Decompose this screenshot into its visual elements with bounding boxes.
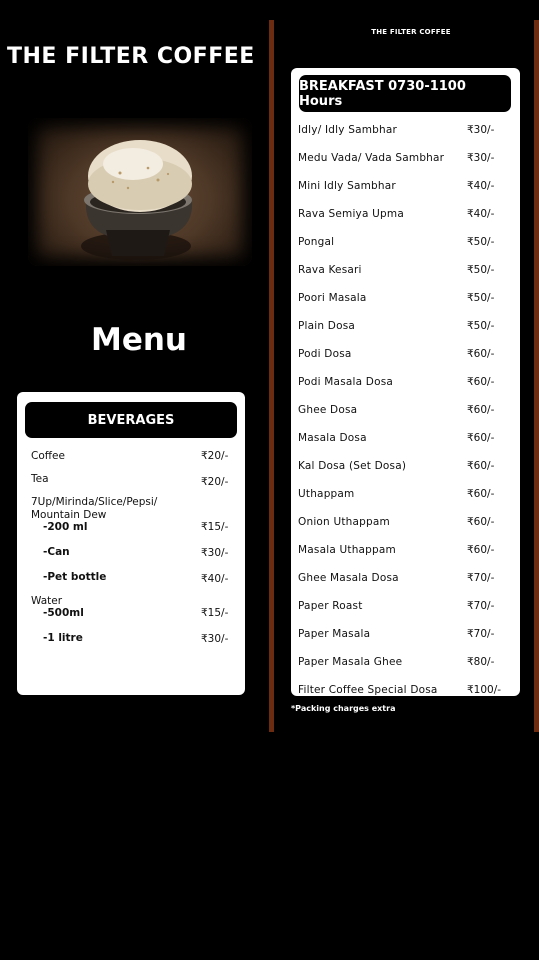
breakfast-item-name: Podi Dosa — [298, 348, 352, 360]
breakfast-item-price: ₹60/- — [467, 544, 495, 556]
breakfast-item-price: ₹50/- — [467, 236, 495, 248]
beverage-soft-drinks-line1: 7Up/Mirinda/Slice/Pepsi/ — [31, 496, 158, 508]
breakfast-item-price: ₹40/- — [467, 180, 495, 192]
breakfast-item-price: ₹70/- — [467, 628, 495, 640]
breakfast-item-price: ₹60/- — [467, 488, 495, 500]
beverages-card: BEVERAGES Coffee ₹20/- Tea ₹20/- 7Up/Mir… — [17, 392, 245, 695]
breakfast-item-price: ₹60/- — [467, 432, 495, 444]
breakfast-item-name: Masala Uthappam — [298, 544, 396, 556]
breakfast-item-price: ₹100/- — [467, 684, 502, 696]
beverage-tea-name: Tea — [31, 473, 49, 485]
beverage-water-500ml-name: -500ml — [43, 607, 84, 619]
breakfast-item-name: Paper Masala Ghee — [298, 656, 403, 668]
breakfast-item-price: ₹50/- — [467, 320, 495, 332]
beverage-water-name: Water — [31, 595, 63, 607]
breakfast-item-name: Paper Masala — [298, 628, 371, 640]
beverage-200ml-name: -200 ml — [43, 521, 88, 533]
divider-right — [534, 20, 539, 732]
filter-coffee-photo — [28, 118, 252, 266]
breakfast-item-price: ₹50/- — [467, 264, 495, 276]
breakfast-item-name: Ghee Masala Dosa — [298, 572, 399, 584]
coffee-cup-illustration — [81, 140, 193, 260]
breakfast-item-name: Filter Coffee Special Dosa — [298, 684, 438, 696]
breakfast-heading: BREAKFAST 0730-1100 Hours — [299, 75, 511, 112]
breakfast-item-price: ₹50/- — [467, 292, 495, 304]
breakfast-item-price: ₹70/- — [467, 572, 495, 584]
breakfast-item-name: Podi Masala Dosa — [298, 376, 394, 388]
beverage-can-price: ₹30/- — [201, 547, 229, 559]
breakfast-item-name: Rava Semiya Upma — [298, 208, 404, 220]
breakfast-item-name: Kal Dosa (Set Dosa) — [298, 460, 407, 472]
page-title: THE FILTER COFFEE — [7, 44, 255, 69]
small-title: THE FILTER COFFEE — [371, 28, 451, 36]
breakfast-item-price: ₹30/- — [467, 124, 495, 136]
beverage-can-name: -Can — [43, 546, 70, 558]
breakfast-item-price: ₹60/- — [467, 516, 495, 528]
breakfast-item-price: ₹70/- — [467, 600, 495, 612]
breakfast-item-name: Pongal — [298, 236, 335, 248]
beverage-soft-drinks-line2: Mountain Dew — [31, 509, 107, 521]
menu-heading: Menu — [90, 322, 187, 358]
breakfast-item-price: ₹60/- — [467, 348, 495, 360]
breakfast-item-price: ₹60/- — [467, 460, 495, 472]
divider-left — [269, 20, 274, 732]
beverages-heading: BEVERAGES — [25, 402, 237, 438]
beverage-coffee-price: ₹20/- — [201, 450, 229, 462]
breakfast-item-name: Idly/ Idly Sambhar — [298, 124, 397, 136]
beverage-tea-price: ₹20/- — [201, 476, 229, 488]
beverage-water-1l-name: -1 litre — [43, 632, 83, 644]
breakfast-item-price: ₹80/- — [467, 656, 495, 668]
breakfast-item-price: ₹60/- — [467, 404, 495, 416]
breakfast-item-name: Masala Dosa — [298, 432, 367, 444]
breakfast-item-name: Plain Dosa — [298, 320, 356, 332]
breakfast-item-name: Rava Kesari — [298, 264, 362, 276]
breakfast-item-name: Uthappam — [298, 488, 355, 500]
breakfast-item-name: Paper Roast — [298, 600, 363, 612]
beverage-coffee-name: Coffee — [31, 450, 65, 462]
breakfast-item-price: ₹60/- — [467, 376, 495, 388]
breakfast-item-price: ₹40/- — [467, 208, 495, 220]
packing-charges-note: *Packing charges extra — [291, 704, 396, 713]
breakfast-item-price: ₹30/- — [467, 152, 495, 164]
breakfast-item-name: Ghee Dosa — [298, 404, 358, 416]
beverage-water-500ml-price: ₹15/- — [201, 607, 229, 619]
breakfast-card: BREAKFAST 0730-1100 Hours Idly/ Idly Sam… — [291, 68, 520, 696]
beverage-200ml-price: ₹15/- — [201, 521, 229, 533]
breakfast-item-name: Medu Vada/ Vada Sambhar — [298, 152, 445, 164]
breakfast-item-name: Onion Uthappam — [298, 516, 390, 528]
breakfast-item-name: Mini Idly Sambhar — [298, 180, 396, 192]
beverage-pet-bottle-name: -Pet bottle — [43, 571, 107, 583]
beverage-pet-bottle-price: ₹40/- — [201, 573, 229, 585]
beverage-water-1l-price: ₹30/- — [201, 633, 229, 645]
breakfast-item-name: Poori Masala — [298, 292, 367, 304]
